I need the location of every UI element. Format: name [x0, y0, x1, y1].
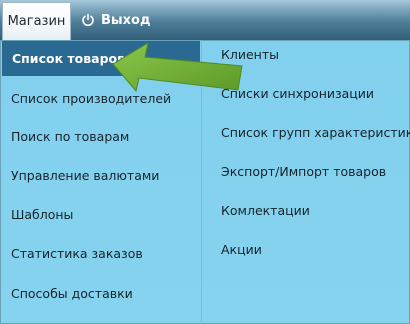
tab-exit-label: Выход — [101, 12, 151, 28]
tab-shop-label: Магазин — [7, 14, 66, 29]
menu-item-manufacturers[interactable]: Список производителей — [11, 91, 171, 106]
menu-item-label: Экспорт/Импорт товаров — [221, 164, 387, 179]
menu-item-label: Управление валютами — [11, 168, 160, 183]
menu-item-promotions[interactable]: Акции — [221, 242, 262, 257]
menu-item-feature-groups[interactable]: Список групп характеристик — [221, 125, 410, 140]
menu-item-label: Списки синхронизации — [221, 86, 375, 101]
menu-item-currencies[interactable]: Управление валютами — [11, 168, 159, 183]
menu-item-clients[interactable]: Клиенты — [221, 47, 279, 62]
menu-item-order-stats[interactable]: Статистика заказов — [11, 246, 143, 261]
menu-item-sync-lists[interactable]: Списки синхронизации — [221, 86, 374, 101]
store-admin-menu: Магазин Выход Список товаров Список прои… — [0, 0, 410, 324]
menu-item-bundles[interactable]: Комлектации — [221, 203, 310, 218]
menu-item-templates[interactable]: Шаблоны — [11, 207, 73, 222]
menu-item-label: Поиск по товарам — [11, 129, 130, 144]
menu-item-label: Шаблоны — [11, 207, 74, 222]
menu-item-product-search[interactable]: Поиск по товарам — [11, 129, 129, 144]
power-icon — [81, 13, 95, 27]
menu-item-label: Статистика заказов — [11, 246, 143, 261]
menu-item-label: Комлектации — [221, 203, 310, 218]
tab-exit[interactable]: Выход — [75, 2, 156, 38]
menu-item-label: Способы доставки — [11, 286, 133, 301]
top-navigation-bar: Магазин Выход — [0, 0, 410, 40]
menu-item-label: Клиенты — [221, 47, 280, 62]
menu-item-label: Список групп характеристик — [221, 125, 410, 140]
menu-item-label: Список производителей — [11, 91, 172, 106]
menu-item-label: Список товаров — [12, 51, 126, 66]
menu-item-export-import[interactable]: Экспорт/Импорт товаров — [221, 164, 386, 179]
menu-item-label: Акции — [221, 242, 262, 257]
column-divider — [201, 40, 202, 324]
menu-item-product-list[interactable]: Список товаров — [2, 41, 200, 76]
tab-shop[interactable]: Магазин — [2, 2, 71, 40]
menu-item-delivery-methods[interactable]: Способы доставки — [11, 286, 133, 301]
